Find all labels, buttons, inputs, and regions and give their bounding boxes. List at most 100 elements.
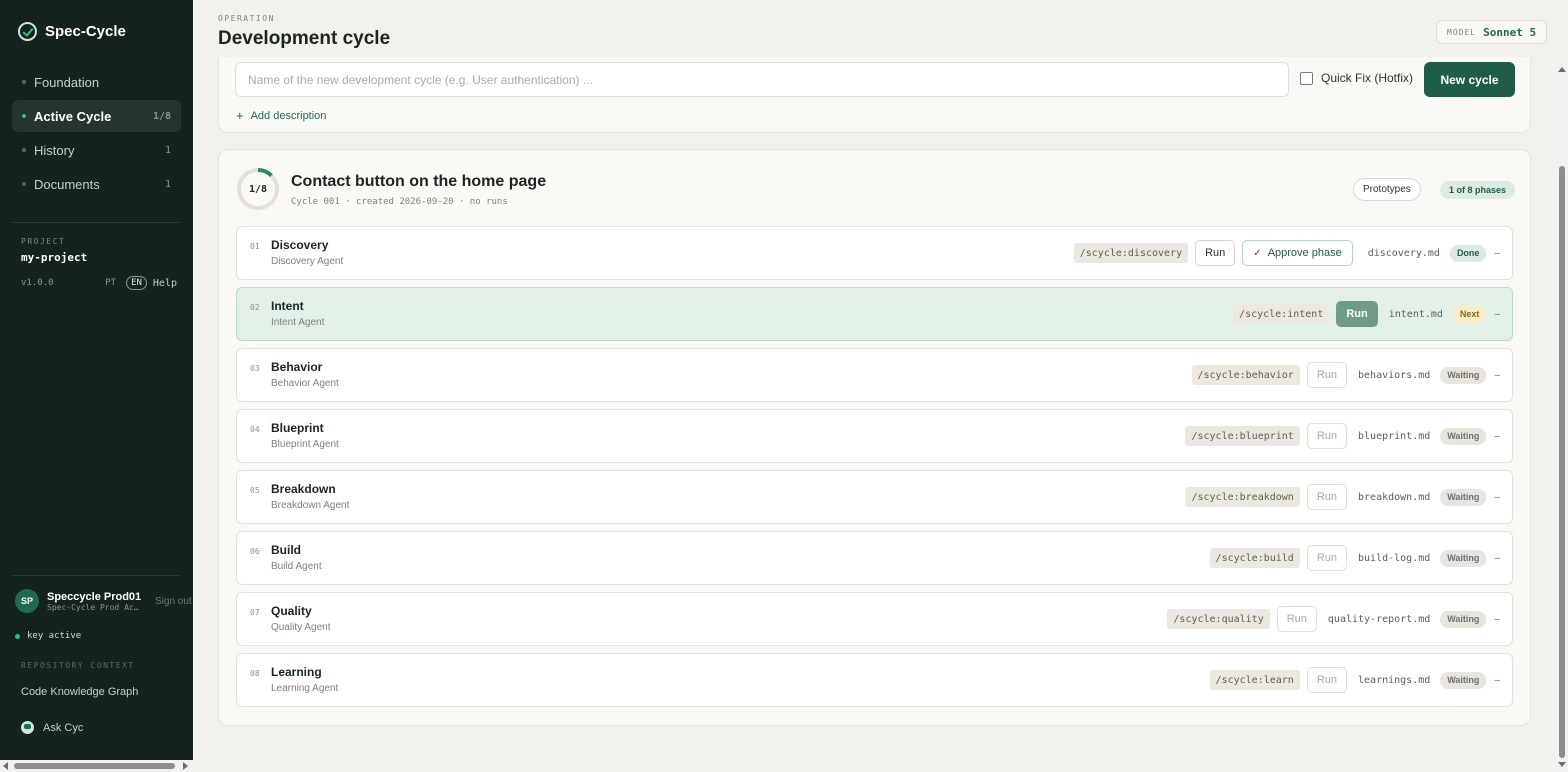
scroll-thumb[interactable] [1559,166,1565,758]
phase-command[interactable]: /scycle:blueprint [1185,426,1300,446]
sidebar-item-active-cycle[interactable]: Active Cycle 1/8 [12,100,181,132]
status-badge: Done [1449,244,1487,262]
avatar[interactable]: SP [15,589,39,613]
sidebar-item-history[interactable]: History 1 [12,134,181,166]
phase-command[interactable]: /scycle:breakdown [1185,487,1300,507]
phase-dash: – [1494,247,1500,259]
phase-number: 01 [250,242,260,251]
check-icon: ✓ [1253,247,1262,259]
phase-dash: – [1494,369,1500,381]
run-button[interactable]: Run [1306,362,1348,388]
lang-pt-button[interactable]: PT [101,277,120,289]
phase-command[interactable]: /scycle:discovery [1073,243,1189,263]
status-badge: Waiting [1440,427,1487,445]
horizontal-scrollbar[interactable] [0,760,193,772]
add-description-button[interactable]: + Add description [236,108,326,123]
status-badge: Waiting [1440,549,1487,567]
repo-context-caption: REPOSITORY CONTEXT [21,661,135,670]
status-badge: Waiting [1440,488,1487,506]
phase-row-build: 06 Build Build Agent /scycle:build Run b… [236,531,1513,585]
phase-actions: /scycle:quality Run quality-report.md Wa… [1167,593,1500,645]
phase-file[interactable]: build-log.md [1358,553,1430,564]
phase-agent: Behavior Agent [271,378,339,389]
sidebar-item-label: Foundation [34,74,100,90]
version-row: v1.0.0 PT EN Help [21,276,177,290]
run-button[interactable]: Run [1276,606,1317,632]
phase-dash: – [1494,552,1500,564]
phase-name: Build [271,543,301,557]
scroll-right-icon[interactable] [183,762,188,770]
phase-row-blueprint: 04 Blueprint Blueprint Agent /scycle:blu… [236,409,1513,463]
run-button[interactable]: Run [1306,484,1348,510]
phase-name: Breakdown [271,482,336,496]
plus-icon: + [236,108,244,123]
cycle-title: Contact button on the home page [291,173,547,190]
phase-row-discovery: 01 Discovery Discovery Agent /scycle:dis… [236,226,1513,280]
phase-command[interactable]: /scycle:quality [1167,609,1270,629]
phase-file[interactable]: intent.md [1389,309,1443,320]
phase-file[interactable]: behaviors.md [1358,370,1430,381]
phase-agent: Build Agent [271,561,322,572]
user-name: Speccycle Prod01 [47,590,142,603]
phase-file[interactable]: learnings.md [1358,675,1430,686]
phase-file[interactable]: blueprint.md [1358,431,1430,442]
phase-name: Behavior [271,360,323,374]
sidebar-item-foundation[interactable]: Foundation [12,66,181,98]
phase-dash: – [1494,430,1500,442]
model-selector[interactable]: MODEL Sonnet 5 [1436,20,1548,44]
cycle-name-input[interactable] [235,62,1289,97]
scroll-left-icon[interactable] [3,762,8,770]
phase-row-intent: 02 Intent Intent Agent /scycle:intent Ru… [236,287,1513,341]
project-name[interactable]: my-project [21,251,87,264]
check-circle-icon [18,22,37,41]
key-status-label: key active [27,631,82,641]
dot-icon [22,114,26,118]
phase-name: Learning [271,665,322,679]
phase-actions: /scycle:discovery Run ✓ Approve phase di… [1073,227,1500,279]
run-button[interactable]: Run [1195,240,1236,266]
phase-name: Intent [271,299,304,313]
add-description-label: Add description [250,109,327,122]
chat-icon [21,721,34,734]
approve-label: Approve phase [1267,247,1342,259]
prototypes-button[interactable]: Prototypes [1353,178,1421,201]
phase-dash: – [1494,491,1500,503]
sidebar-item-documents[interactable]: Documents 1 [12,168,181,200]
run-button[interactable]: Run [1306,423,1348,449]
cycle-card: 1/8 Contact button on the home page Cycl… [218,149,1531,726]
phase-file[interactable]: breakdown.md [1358,492,1430,503]
phase-dash: – [1494,674,1500,686]
phase-agent: Discovery Agent [271,256,344,267]
run-button[interactable]: Run [1336,301,1378,327]
phase-command[interactable]: /scycle:learn [1209,670,1300,690]
hotfix-checkbox[interactable] [1300,71,1313,85]
scroll-thumb[interactable] [14,763,175,769]
phase-count-badge: 1 of 8 phases [1440,181,1516,199]
phase-command[interactable]: /scycle:behavior [1191,365,1300,385]
phase-number: 06 [250,547,260,556]
hotfix-toggle[interactable]: Quick Fix (Hotfix) [1300,71,1413,85]
new-cycle-button[interactable]: New cycle [1424,62,1515,97]
phase-command[interactable]: /scycle:intent [1233,304,1330,324]
phase-agent: Intent Agent [271,317,325,328]
approve-phase-button[interactable]: ✓ Approve phase [1242,240,1353,266]
vertical-scrollbar[interactable] [1556,62,1568,772]
phase-actions: /scycle:learn Run learnings.md Waiting – [1209,654,1500,706]
phase-command[interactable]: /scycle:build [1209,548,1300,568]
phase-actions: /scycle:build Run build-log.md Waiting – [1209,532,1500,584]
scroll-up-icon[interactable] [1558,67,1566,72]
lang-en-button[interactable]: EN [126,276,147,290]
help-link[interactable]: Help [153,278,177,289]
run-button[interactable]: Run [1306,545,1348,571]
ask-cyc-button[interactable]: Ask Cyc [21,721,83,734]
progress-text: 1/8 [248,183,268,195]
phase-number: 04 [250,425,260,434]
phase-file[interactable]: discovery.md [1368,248,1440,259]
brand[interactable]: Spec-Cycle [18,22,126,41]
phase-file[interactable]: quality-report.md [1328,614,1430,625]
status-badge: Waiting [1440,366,1487,384]
code-knowledge-graph-link[interactable]: Code Knowledge Graph [21,686,138,698]
run-button[interactable]: Run [1306,667,1348,693]
scroll-down-icon[interactable] [1558,762,1566,767]
sign-out-button[interactable]: Sign out [155,596,192,607]
